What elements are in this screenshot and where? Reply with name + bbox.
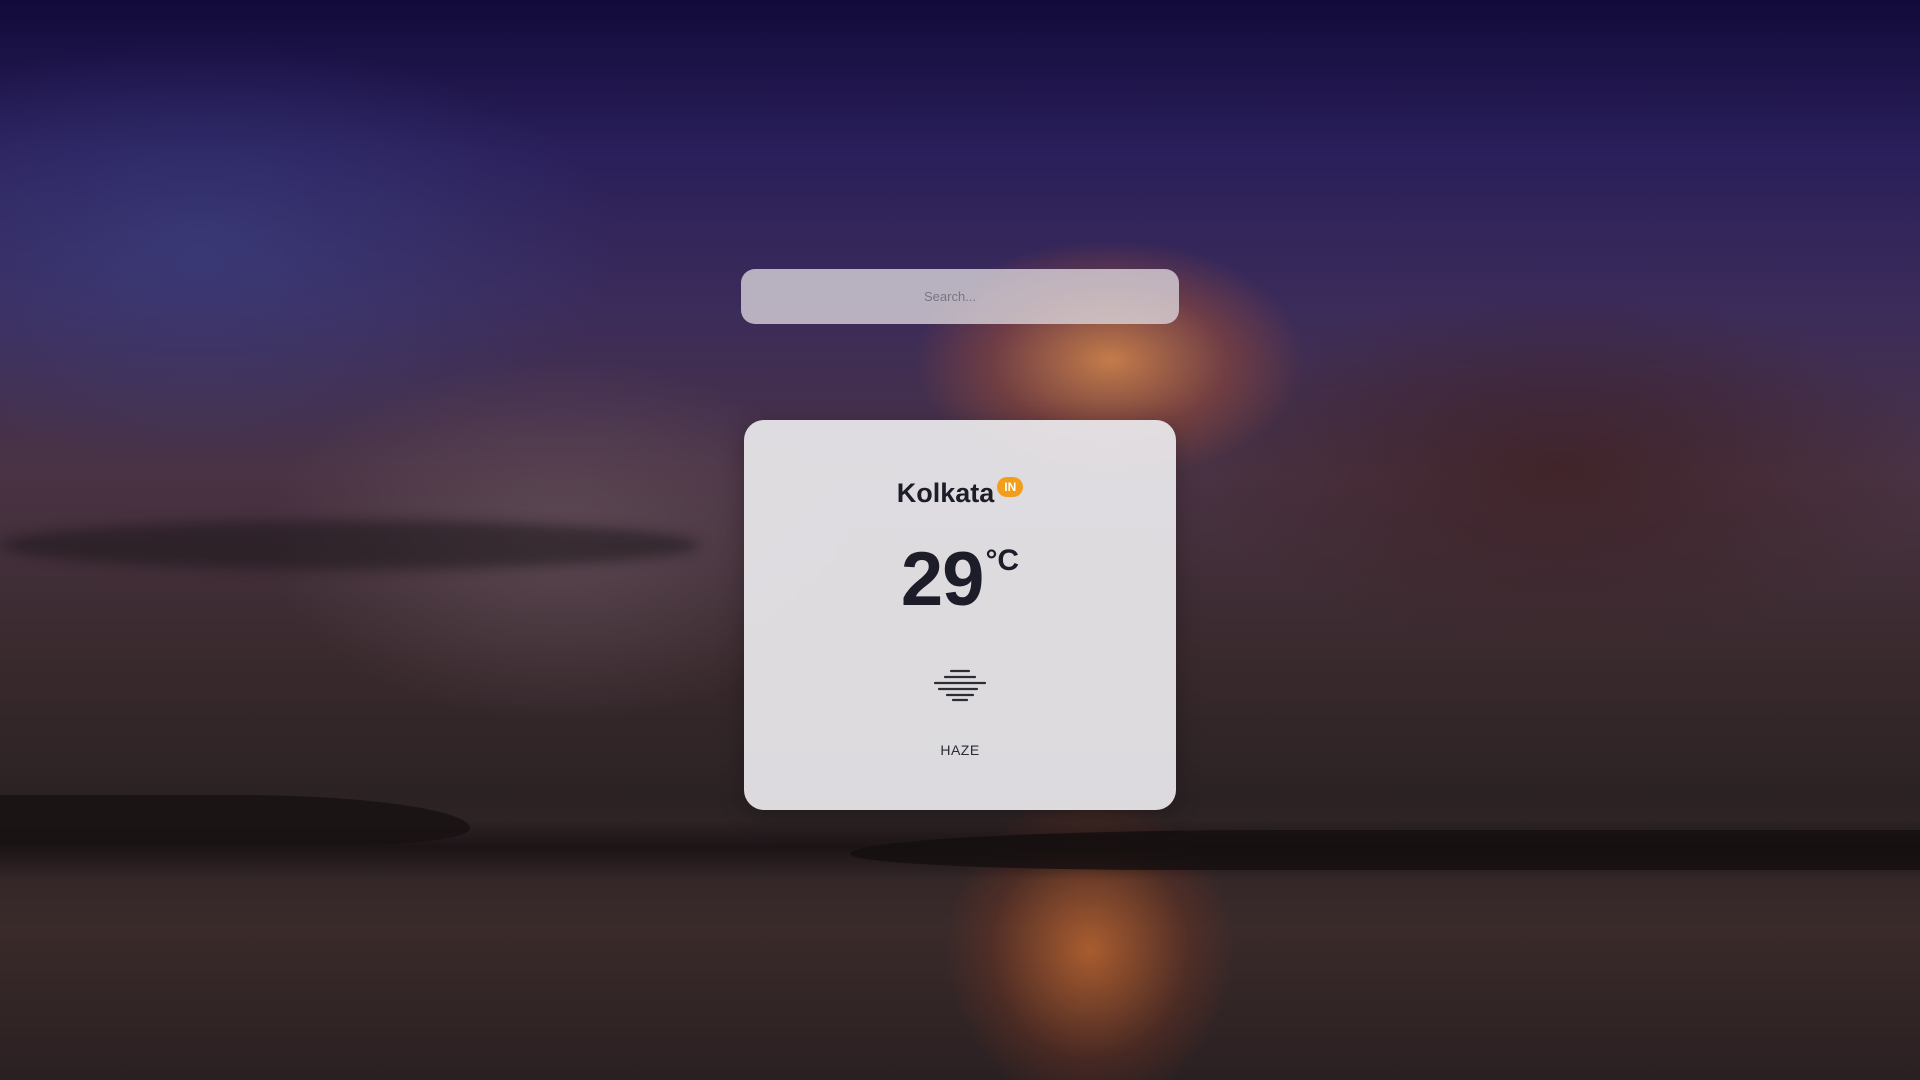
weather-condition: HAZE — [940, 742, 980, 758]
weather-card: Kolkata IN 29 °C HAZE — [744, 420, 1176, 810]
country-badge: IN — [997, 477, 1024, 497]
rocks-left — [0, 795, 470, 845]
haze-icon — [931, 665, 989, 705]
cloud-band — [0, 520, 700, 570]
search-box — [741, 269, 1179, 324]
temperature-value: 29 — [900, 537, 985, 622]
rocks-right — [850, 830, 1920, 870]
search-input[interactable] — [741, 269, 1179, 324]
temperature-unit: °C — [985, 544, 1020, 577]
temperature-row: 29 °C — [744, 540, 1176, 620]
city-name: Kolkata — [896, 478, 995, 508]
location-row: Kolkata IN — [744, 477, 1176, 508]
